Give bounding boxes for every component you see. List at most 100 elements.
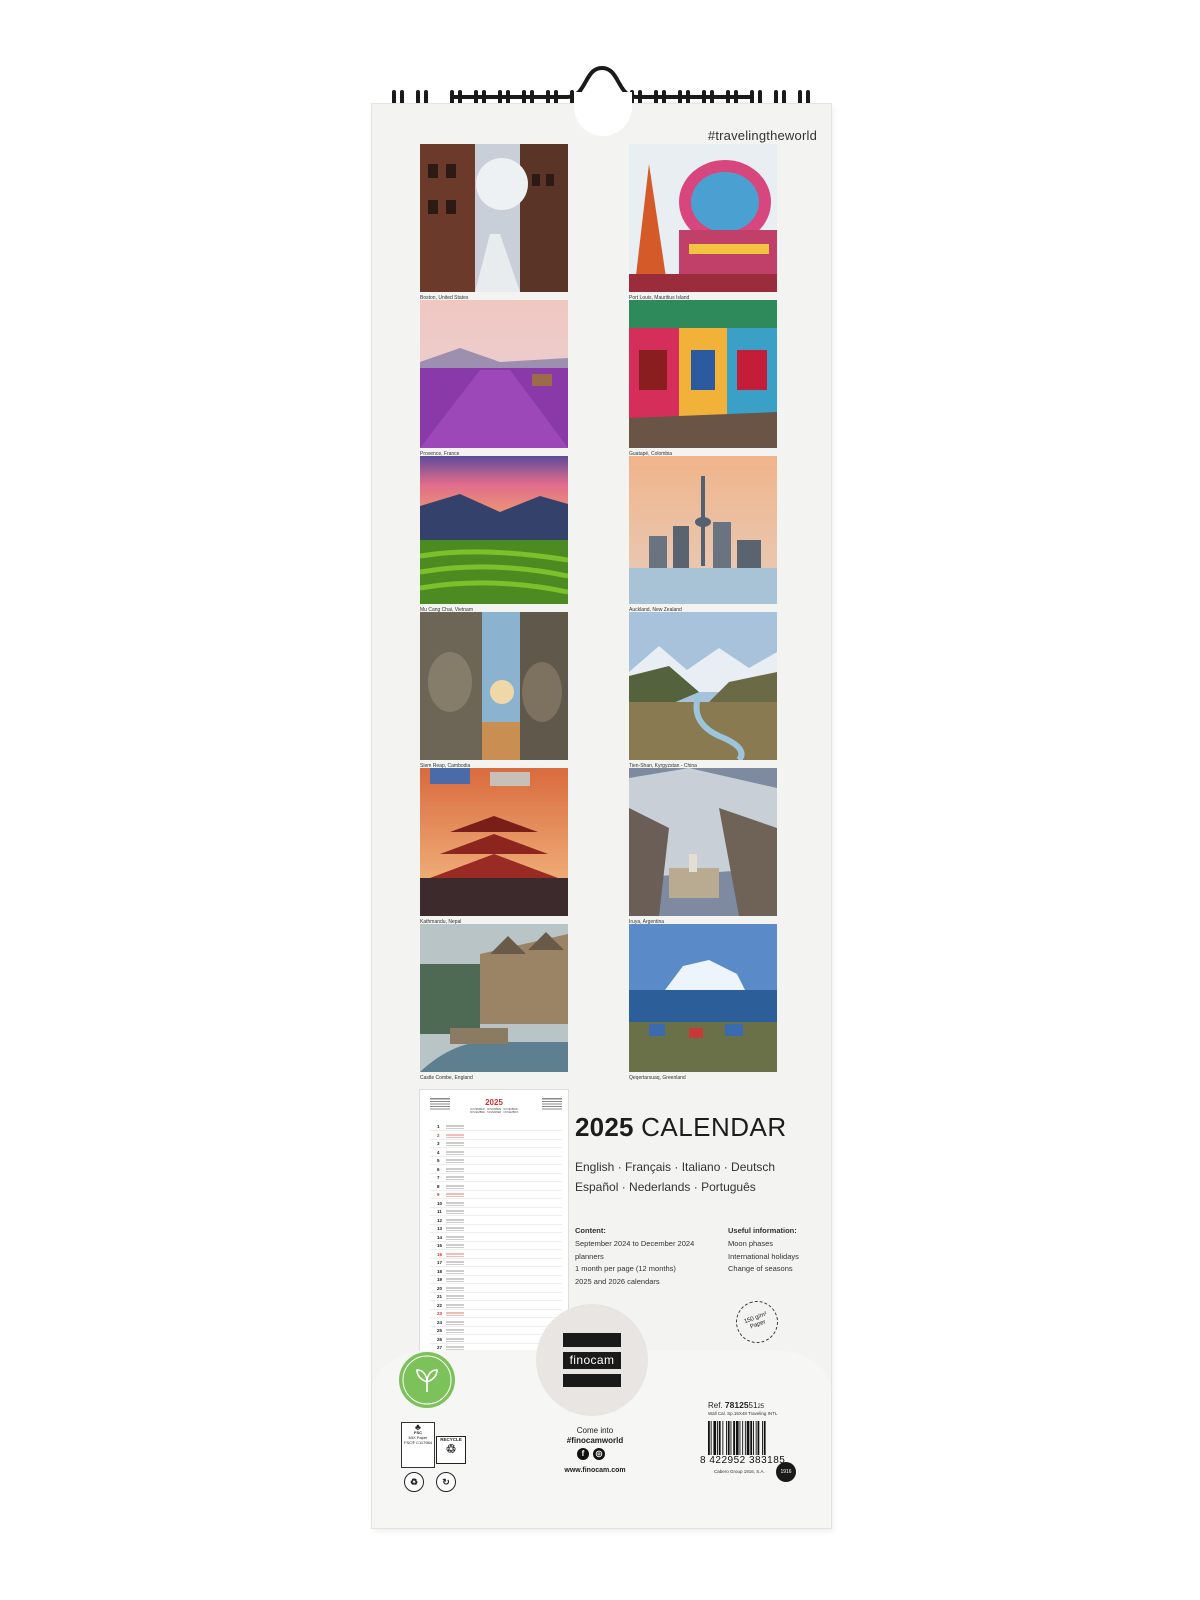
day-number: 15 xyxy=(437,1243,443,1248)
day-number: 9 xyxy=(437,1192,440,1197)
day-row: 18 xyxy=(430,1269,562,1276)
product-description: Wall Cal. Sp.15X48 Traveling INTL xyxy=(708,1411,778,1416)
day-holiday-lines xyxy=(446,1269,464,1274)
day-holiday-lines xyxy=(446,1159,464,1163)
day-number: 1 xyxy=(437,1124,440,1129)
day-row: 5 xyxy=(430,1158,562,1165)
product-reference: Ref. 781255125 xyxy=(708,1400,765,1410)
day-row: 19 xyxy=(430,1277,562,1284)
content-list: Content: September 2024 to December 2024… xyxy=(575,1226,695,1287)
day-row: 17 xyxy=(430,1260,562,1267)
day-holiday-lines xyxy=(446,1261,464,1265)
mini-calendar-next xyxy=(542,1098,562,1110)
day-number: 8 xyxy=(437,1183,440,1189)
hashtag: #travelingtheworld xyxy=(707,128,817,143)
day-holiday-lines xyxy=(446,1167,464,1172)
day-number: 11 xyxy=(437,1209,442,1214)
ean-code: 8 422952 383185 xyxy=(700,1455,786,1466)
website-link[interactable]: www.finocam.com xyxy=(540,1467,650,1474)
day-holiday-lines xyxy=(446,1227,464,1231)
photo-mu-cang-chai xyxy=(420,456,568,604)
month-photo-3: Provence, France xyxy=(420,300,568,457)
calendar-back-cover: #travelingtheworld Boston, United States… xyxy=(372,104,831,1528)
day-row: 24 xyxy=(430,1320,562,1327)
month-photo-1: Boston, United States xyxy=(420,144,568,301)
barcode-icon xyxy=(708,1421,766,1455)
day-number: 14 xyxy=(437,1234,443,1240)
sample-page-months: NOVEMBER · NOVEMBRE · NOVEMBER NOVIEMBRE… xyxy=(469,1108,519,1114)
day-row: 13 xyxy=(430,1226,562,1233)
day-number: 23 xyxy=(437,1311,443,1316)
social-icons: f ◎ xyxy=(577,1448,605,1460)
tidyman-icon: ♻ xyxy=(404,1472,424,1492)
day-row: 9 xyxy=(430,1192,562,1199)
day-holiday-lines xyxy=(446,1244,464,1248)
day-holiday-lines xyxy=(446,1278,464,1282)
day-number: 25 xyxy=(437,1328,443,1333)
anniversary-seal-icon: 1916 xyxy=(776,1462,796,1482)
photo-provence xyxy=(420,300,568,448)
month-photo-9: Kathmandu, Nepal xyxy=(420,768,568,925)
day-holiday-lines xyxy=(446,1329,464,1333)
month-photo-8: Tien-Shan, Kyrgyzstan - China xyxy=(629,612,777,769)
day-row: 1 xyxy=(430,1124,562,1131)
photo-tien-shan xyxy=(629,612,777,760)
fsc-label: ♣ FSC MIX Paper FSC® C117984 xyxy=(401,1422,435,1468)
day-holiday-lines xyxy=(446,1150,464,1155)
day-row: 14 xyxy=(430,1235,562,1242)
day-holiday-lines xyxy=(446,1176,464,1180)
photo-port-louis xyxy=(629,144,777,292)
company-name: Cabero Group 1916, S.A. xyxy=(714,1469,765,1474)
photo-siem-reap xyxy=(420,612,568,760)
month-photo-2: Port Louis, Mauritius Island xyxy=(629,144,777,301)
day-number: 26 xyxy=(437,1336,443,1342)
day-row: 8 xyxy=(430,1184,562,1191)
photo-qeqertarsuaq xyxy=(629,924,777,1072)
day-row: 2 xyxy=(430,1133,562,1140)
day-number: 22 xyxy=(437,1302,443,1308)
day-number: 2 xyxy=(437,1132,440,1138)
day-row: 23 xyxy=(430,1311,562,1318)
plastic-free-icon xyxy=(399,1352,455,1408)
day-row: 11 xyxy=(430,1209,562,1216)
day-holiday-lines xyxy=(446,1295,464,1299)
day-number: 3 xyxy=(437,1141,440,1146)
day-holiday-lines xyxy=(446,1210,464,1214)
day-number: 13 xyxy=(437,1226,443,1231)
product-title: 2025 CALENDAR xyxy=(575,1112,787,1142)
day-holiday-lines xyxy=(446,1252,464,1257)
day-row: 22 xyxy=(430,1303,562,1310)
day-row: 12 xyxy=(430,1218,562,1225)
day-row: 20 xyxy=(430,1286,562,1293)
facebook-icon[interactable]: f xyxy=(577,1448,589,1460)
finocam-logo-icon: finocam xyxy=(563,1333,621,1387)
day-row: 7 xyxy=(430,1175,562,1182)
social-invite: Come into #finocamworld xyxy=(566,1426,624,1445)
green-dot-icon: ↻ xyxy=(436,1472,456,1492)
brand-logo: finocam xyxy=(536,1304,648,1416)
day-row: 10 xyxy=(430,1201,562,1208)
month-photo-6: Auckland, New Zealand xyxy=(629,456,777,613)
day-holiday-lines xyxy=(446,1235,464,1240)
day-holiday-lines xyxy=(446,1303,464,1308)
paper-weight-badge: 150 g/m² Paper xyxy=(730,1295,784,1349)
day-number: 12 xyxy=(437,1217,443,1223)
day-number: 16 xyxy=(437,1251,443,1257)
month-photo-4: Guatapé, Colombia xyxy=(629,300,777,457)
day-row: 3 xyxy=(430,1141,562,1148)
photo-guatape xyxy=(629,300,777,448)
day-number: 6 xyxy=(437,1166,440,1172)
day-number: 21 xyxy=(437,1294,443,1299)
recycle-icon: RECYCLE ♲ xyxy=(436,1436,466,1464)
day-row: 16 xyxy=(430,1252,562,1259)
day-number: 7 xyxy=(437,1175,440,1180)
instagram-icon[interactable]: ◎ xyxy=(593,1448,605,1460)
photo-caption: Qeqertarsuaq, Greenland xyxy=(629,1075,686,1081)
day-number: 18 xyxy=(437,1268,443,1274)
day-number: 4 xyxy=(437,1149,440,1155)
day-holiday-lines xyxy=(446,1193,464,1197)
day-holiday-lines xyxy=(446,1218,464,1223)
month-photo-11: Castle Combe, England xyxy=(420,924,568,1081)
day-number: 17 xyxy=(437,1260,443,1265)
photo-caption: Castle Combe, England xyxy=(420,1075,473,1081)
